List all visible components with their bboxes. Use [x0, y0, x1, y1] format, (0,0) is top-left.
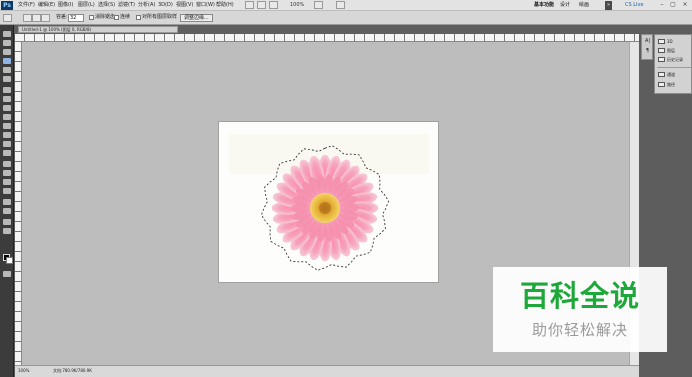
panel-channels[interactable]: 通道: [657, 71, 691, 79]
menu-filter[interactable]: 滤镜(T): [118, 1, 135, 10]
3d-orbit-tool-icon[interactable]: [3, 208, 11, 214]
quick-mask-icon[interactable]: [3, 271, 11, 277]
sample-all-layers-checkbox[interactable]: [136, 15, 141, 20]
path-selection-tool-icon[interactable]: [3, 179, 11, 185]
watermark-subtitle: 助你轻松解决: [531, 321, 628, 339]
panel-column-collapsed: A| ¶: [641, 34, 653, 60]
new-selection-icon[interactable]: [23, 14, 32, 22]
workspace-essentials[interactable]: 基本功能: [534, 1, 554, 10]
3d-icon: [658, 39, 665, 44]
menu-edit[interactable]: 编辑(E): [38, 1, 55, 10]
panel-history[interactable]: 历史记录: [657, 56, 691, 64]
panel-layers[interactable]: 图层: [657, 47, 691, 55]
sample-all-layers-label: 对所有图层取样: [142, 14, 178, 20]
antialias-checkbox[interactable]: [89, 15, 94, 20]
marquee-tool-icon[interactable]: [3, 40, 11, 46]
options-bar: 容差: 32 消除锯齿 连续 对所有图层取样 调整边缘...: [0, 11, 692, 25]
status-zoom[interactable]: 100%: [18, 368, 29, 374]
ps-logo: Ps: [1, 1, 13, 10]
antialias-label: 消除锯齿: [95, 14, 116, 20]
panel-layers-label: 图层: [667, 48, 675, 53]
tolerance-label: 容差:: [56, 14, 68, 20]
panel-paths[interactable]: 路径: [657, 81, 691, 89]
blur-tool-icon[interactable]: [3, 141, 11, 147]
history-icon: [658, 57, 665, 62]
pen-tool-icon[interactable]: [3, 161, 11, 167]
layers-icon: [658, 48, 665, 53]
launch-bridge-icon[interactable]: [245, 1, 254, 9]
zoom-level-menu[interactable]: 100%: [290, 1, 304, 10]
dodge-tool-icon[interactable]: [3, 150, 11, 156]
watermark-overlay: 百科全说 助你轻松解决: [493, 267, 667, 352]
cs-live-menu[interactable]: CS Live: [625, 1, 643, 10]
brush-tool-icon[interactable]: [3, 96, 11, 102]
eyedropper-tool-icon[interactable]: [3, 76, 11, 82]
move-tool-icon[interactable]: [3, 31, 11, 37]
clone-stamp-tool-icon[interactable]: [3, 105, 11, 111]
menu-layer[interactable]: 图层(L): [78, 1, 95, 10]
horizontal-ruler: [15, 34, 639, 42]
toolbox: [0, 25, 14, 377]
menu-window[interactable]: 窗口(W): [196, 1, 215, 10]
channels-icon: [658, 72, 665, 77]
menu-3d[interactable]: 3D(D): [158, 1, 173, 10]
contiguous-checkbox[interactable]: [114, 15, 119, 20]
paths-icon: [658, 82, 665, 87]
3d-rotate-tool-icon[interactable]: [3, 199, 11, 205]
magic-wand-tool-icon[interactable]: [3, 58, 11, 64]
eraser-tool-icon[interactable]: [3, 123, 11, 129]
status-bar: 100% 文档:780.9K/780.9K: [15, 365, 639, 377]
screen-mode-icon[interactable]: [336, 1, 345, 9]
magic-wand-preset-icon[interactable]: [3, 14, 12, 22]
history-brush-tool-icon[interactable]: [3, 114, 11, 120]
healing-brush-tool-icon[interactable]: [3, 87, 11, 93]
hand-tool-icon[interactable]: [269, 1, 278, 9]
shape-tool-icon[interactable]: [3, 188, 11, 194]
hand-tool-icon[interactable]: [3, 219, 11, 225]
menu-analysis[interactable]: 分析(A): [138, 1, 155, 10]
arrange-documents-icon[interactable]: [314, 1, 323, 9]
character-panel-icon[interactable]: A|: [644, 39, 651, 44]
lasso-tool-icon[interactable]: [3, 49, 11, 55]
document-tab[interactable]: Untitled-1 @ 100% (图层 0, RGB/8): [18, 26, 178, 33]
crop-tool-icon[interactable]: [3, 67, 11, 73]
close-icon[interactable]: ×: [680, 1, 690, 9]
paragraph-panel-icon[interactable]: ¶: [644, 49, 651, 54]
panel-channels-label: 通道: [667, 72, 675, 77]
contiguous-label: 连续: [120, 14, 131, 20]
vertical-ruler: [15, 42, 22, 365]
menu-file[interactable]: 文件(F): [18, 1, 35, 10]
zoom-tool-icon[interactable]: [3, 228, 11, 234]
add-selection-icon[interactable]: [32, 14, 41, 22]
workspace-design[interactable]: 设计: [560, 1, 570, 10]
gradient-tool-icon[interactable]: [3, 132, 11, 138]
panel-column-icons: 3D 图层 历史记录 通道 路径: [654, 34, 692, 94]
panel-3d-label: 3D: [667, 39, 673, 44]
tolerance-input[interactable]: 32: [68, 14, 84, 22]
panel-history-label: 历史记录: [667, 57, 683, 62]
workspace-more-button[interactable]: »: [605, 1, 613, 10]
photo-image[interactable]: .: [219, 122, 438, 282]
menu-bar: Ps 文件(F) 编辑(E) 图像(I) 图层(L) 选择(S) 滤镜(T) 分…: [0, 0, 692, 11]
launch-minibridge-icon[interactable]: [257, 1, 266, 9]
type-tool-icon[interactable]: [3, 170, 11, 176]
restore-icon[interactable]: ▢: [668, 1, 678, 9]
workspace-painting[interactable]: 绘画: [579, 1, 589, 10]
panel-paths-label: 路径: [667, 82, 675, 87]
subtract-selection-icon[interactable]: [41, 14, 50, 22]
refine-edge-button[interactable]: 调整边缘...: [180, 14, 213, 22]
minimize-icon[interactable]: –: [657, 1, 667, 9]
flower-image: .: [219, 122, 438, 282]
panel-3d[interactable]: 3D: [657, 38, 691, 46]
menu-help[interactable]: 帮助(H): [216, 1, 234, 10]
watermark-title: 百科全说: [519, 279, 640, 313]
photo-corner-text: .: [225, 277, 226, 281]
panel-divider: [657, 67, 691, 68]
menu-view[interactable]: 视图(V): [176, 1, 193, 10]
photoshop-window: Ps 文件(F) 编辑(E) 图像(I) 图层(L) 选择(S) 滤镜(T) 分…: [0, 0, 692, 377]
menu-select[interactable]: 选择(S): [98, 1, 115, 10]
status-doc-size: 文档:780.9K/780.9K: [53, 368, 92, 373]
background-color-swatch[interactable]: [6, 257, 13, 264]
menu-image[interactable]: 图像(I): [58, 1, 73, 10]
